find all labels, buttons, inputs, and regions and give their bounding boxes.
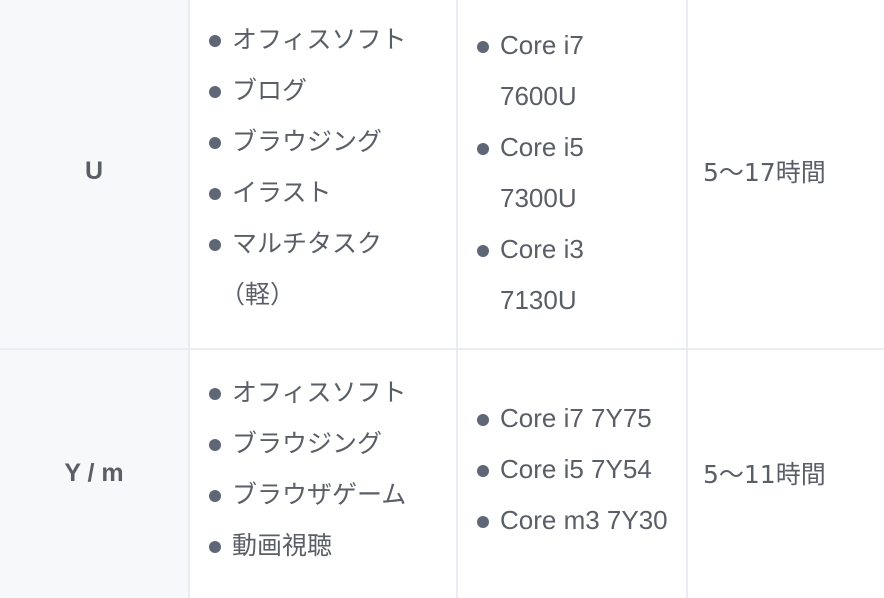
list-item: ブログ (190, 65, 456, 116)
list-item: Core i5 7Y54 (458, 444, 686, 495)
cpu-model: 7600U (500, 81, 577, 111)
list-item: Core m3 7Y30 (458, 495, 686, 546)
uses-list: オフィスソフト ブログ ブラウジング イラスト マルチタスク （軽） (190, 14, 456, 320)
use-label-continuation: （軽） (220, 280, 296, 309)
bullet-dot-icon (477, 41, 489, 53)
cpu-name: Core i3 (500, 234, 584, 264)
series-label: U (84, 156, 104, 185)
table-row-u: U オフィスソフト ブログ ブラウジング イラスト マルチタスク （軽） Core… (0, 0, 884, 350)
table-row-y-m: Y / m オフィスソフト ブラウジング ブラウザゲーム 動画視聴 Core i… (0, 350, 884, 598)
bullet-dot-icon (209, 35, 221, 47)
series-cell: U (0, 0, 190, 348)
list-item: イラスト (190, 167, 456, 218)
cpu-list: Core i7 7Y75 Core i5 7Y54 Core m3 7Y30 (458, 393, 686, 546)
cpu-cell: Core i7 7Y75 Core i5 7Y54 Core m3 7Y30 (458, 350, 688, 598)
battery-life: 5〜17時間 (703, 158, 826, 187)
bullet-dot-icon (209, 541, 221, 553)
bullet-dot-icon (477, 245, 489, 257)
cpu-name: Core i5 (500, 132, 584, 162)
series-label: Y / m (64, 458, 124, 487)
cpu-cell: Core i7 7600U Core i5 7300U Core i3 7130U (458, 0, 688, 348)
use-label: イラスト (232, 178, 332, 207)
battery-cell: 5〜11時間 (688, 350, 884, 598)
list-item: Core i5 7300U (458, 122, 686, 224)
use-label: オフィスソフト (232, 25, 407, 54)
uses-cell: オフィスソフト ブラウジング ブラウザゲーム 動画視聴 (190, 350, 458, 598)
battery-life: 5〜11時間 (703, 460, 826, 489)
list-item: オフィスソフト (190, 367, 456, 418)
cpu-model: 7300U (500, 183, 577, 213)
use-label: 動画視聴 (232, 531, 333, 560)
use-label: ブログ (232, 76, 308, 105)
cpu-model: 7130U (500, 285, 577, 315)
battery-cell: 5〜17時間 (688, 0, 884, 348)
series-cell: Y / m (0, 350, 190, 598)
bullet-dot-icon (477, 465, 489, 477)
cpu-name: Core i5 7Y54 (500, 454, 652, 484)
list-item: Core i3 7130U (458, 224, 686, 326)
bullet-dot-icon (209, 188, 221, 200)
bullet-dot-icon (209, 86, 221, 98)
use-label: オフィスソフト (232, 378, 407, 407)
uses-list: オフィスソフト ブラウジング ブラウザゲーム 動画視聴 (190, 367, 456, 571)
bullet-dot-icon (209, 239, 221, 251)
list-item: 動画視聴 (190, 520, 456, 571)
list-item: ブラウジング (190, 116, 456, 167)
bullet-dot-icon (477, 516, 489, 528)
uses-cell: オフィスソフト ブログ ブラウジング イラスト マルチタスク （軽） (190, 0, 458, 348)
cpu-comparison-table: U オフィスソフト ブログ ブラウジング イラスト マルチタスク （軽） Core… (0, 0, 884, 598)
list-item: Core i7 7600U (458, 20, 686, 122)
bullet-dot-icon (477, 143, 489, 155)
list-item: オフィスソフト (190, 14, 456, 65)
bullet-dot-icon (209, 490, 221, 502)
bullet-dot-icon (209, 137, 221, 149)
cpu-list: Core i7 7600U Core i5 7300U Core i3 7130U (458, 20, 686, 326)
list-item: マルチタスク （軽） (190, 218, 456, 320)
use-label: マルチタスク (232, 229, 383, 258)
list-item: ブラウジング (190, 418, 456, 469)
use-label: ブラウジング (232, 127, 383, 156)
cpu-name: Core i7 (500, 30, 584, 60)
bullet-dot-icon (477, 414, 489, 426)
list-item: ブラウザゲーム (190, 469, 456, 520)
use-label: ブラウジング (232, 429, 383, 458)
cpu-name: Core m3 7Y30 (500, 505, 668, 535)
list-item: Core i7 7Y75 (458, 393, 686, 444)
bullet-dot-icon (209, 388, 221, 400)
use-label: ブラウザゲーム (232, 480, 407, 509)
bullet-dot-icon (209, 439, 221, 451)
cpu-name: Core i7 7Y75 (500, 403, 652, 433)
